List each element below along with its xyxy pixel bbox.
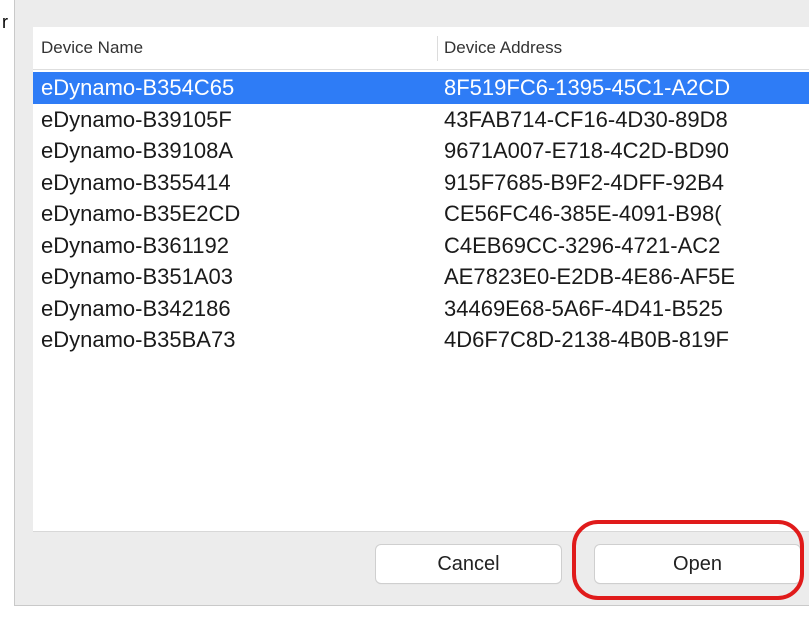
table-row[interactable]: eDynamo-B354C65 8F519FC6-1395-45C1-A2CD xyxy=(33,72,809,104)
device-address-cell: 9671A007-E718-4C2D-BD90 xyxy=(444,138,729,163)
device-name-cell: eDynamo-B351A03 xyxy=(41,264,234,289)
cancel-button[interactable]: Cancel xyxy=(376,545,561,583)
device-rows: eDynamo-B354C65 8F519FC6-1395-45C1-A2CD … xyxy=(33,72,809,356)
device-address-cell: 8F519FC6-1395-45C1-A2CD xyxy=(444,75,731,100)
device-table[interactable]: Device Name Device Address eDynamo-B354C… xyxy=(33,27,809,531)
column-header-device-name[interactable]: Device Name xyxy=(41,27,143,69)
table-row[interactable]: eDynamo-B39108A 9671A007-E718-4C2D-BD90 xyxy=(33,135,809,167)
table-row[interactable]: eDynamo-B35E2CD CE56FC46-385E-4091-B98( xyxy=(33,198,809,230)
device-name-cell: eDynamo-B35E2CD xyxy=(41,201,241,226)
device-name-cell: eDynamo-B354C65 xyxy=(41,75,235,100)
open-button[interactable]: Open xyxy=(595,545,800,583)
device-name-cell: eDynamo-B35BA73 xyxy=(41,327,236,352)
device-address-cell: C4EB69CC-3296-4721-AC2 xyxy=(444,232,721,258)
device-address-cell: AE7823E0-E2DB-4E86-AF5E xyxy=(444,264,736,289)
window-edge-fragment: r xyxy=(2,12,8,32)
device-address-cell: CE56FC46-385E-4091-B98( xyxy=(444,201,722,226)
device-name-cell: eDynamo-B39108A xyxy=(41,138,234,163)
device-address-cell: 4D6F7C8D-2138-4B0B-819F xyxy=(444,327,729,352)
device-address-cell: 43FAB714-CF16-4D30-89D8 xyxy=(444,106,728,132)
device-name-cell: eDynamo-B342186 xyxy=(41,295,231,321)
device-name-cell: eDynamo-B361192 xyxy=(41,232,229,258)
device-address-cell: 34469E68-5A6F-4D41-B525 xyxy=(444,295,723,321)
table-row[interactable]: eDynamo-B361192 C4EB69CC-3296-4721-AC2 xyxy=(33,230,809,262)
column-divider[interactable] xyxy=(437,36,438,61)
column-header-device-address[interactable]: Device Address xyxy=(444,27,562,69)
table-row[interactable]: eDynamo-B355414 915F7685-B9F2-4DFF-92B4 xyxy=(33,167,809,199)
table-header: Device Name Device Address xyxy=(33,27,809,70)
table-row[interactable]: eDynamo-B35BA73 4D6F7C8D-2138-4B0B-819F xyxy=(33,324,809,356)
device-name-cell: eDynamo-B355414 xyxy=(41,169,231,195)
table-row[interactable]: eDynamo-B39105F 43FAB714-CF16-4D30-89D8 xyxy=(33,104,809,136)
table-row[interactable]: eDynamo-B351A03 AE7823E0-E2DB-4E86-AF5E xyxy=(33,261,809,293)
screenshot-stage: r Device Name Device Address eDynamo-B35… xyxy=(0,0,809,621)
device-name-cell: eDynamo-B39105F xyxy=(41,106,232,132)
footer-divider xyxy=(33,531,809,532)
table-row[interactable]: eDynamo-B342186 34469E68-5A6F-4D41-B525 xyxy=(33,293,809,325)
device-address-cell: 915F7685-B9F2-4DFF-92B4 xyxy=(444,169,725,195)
